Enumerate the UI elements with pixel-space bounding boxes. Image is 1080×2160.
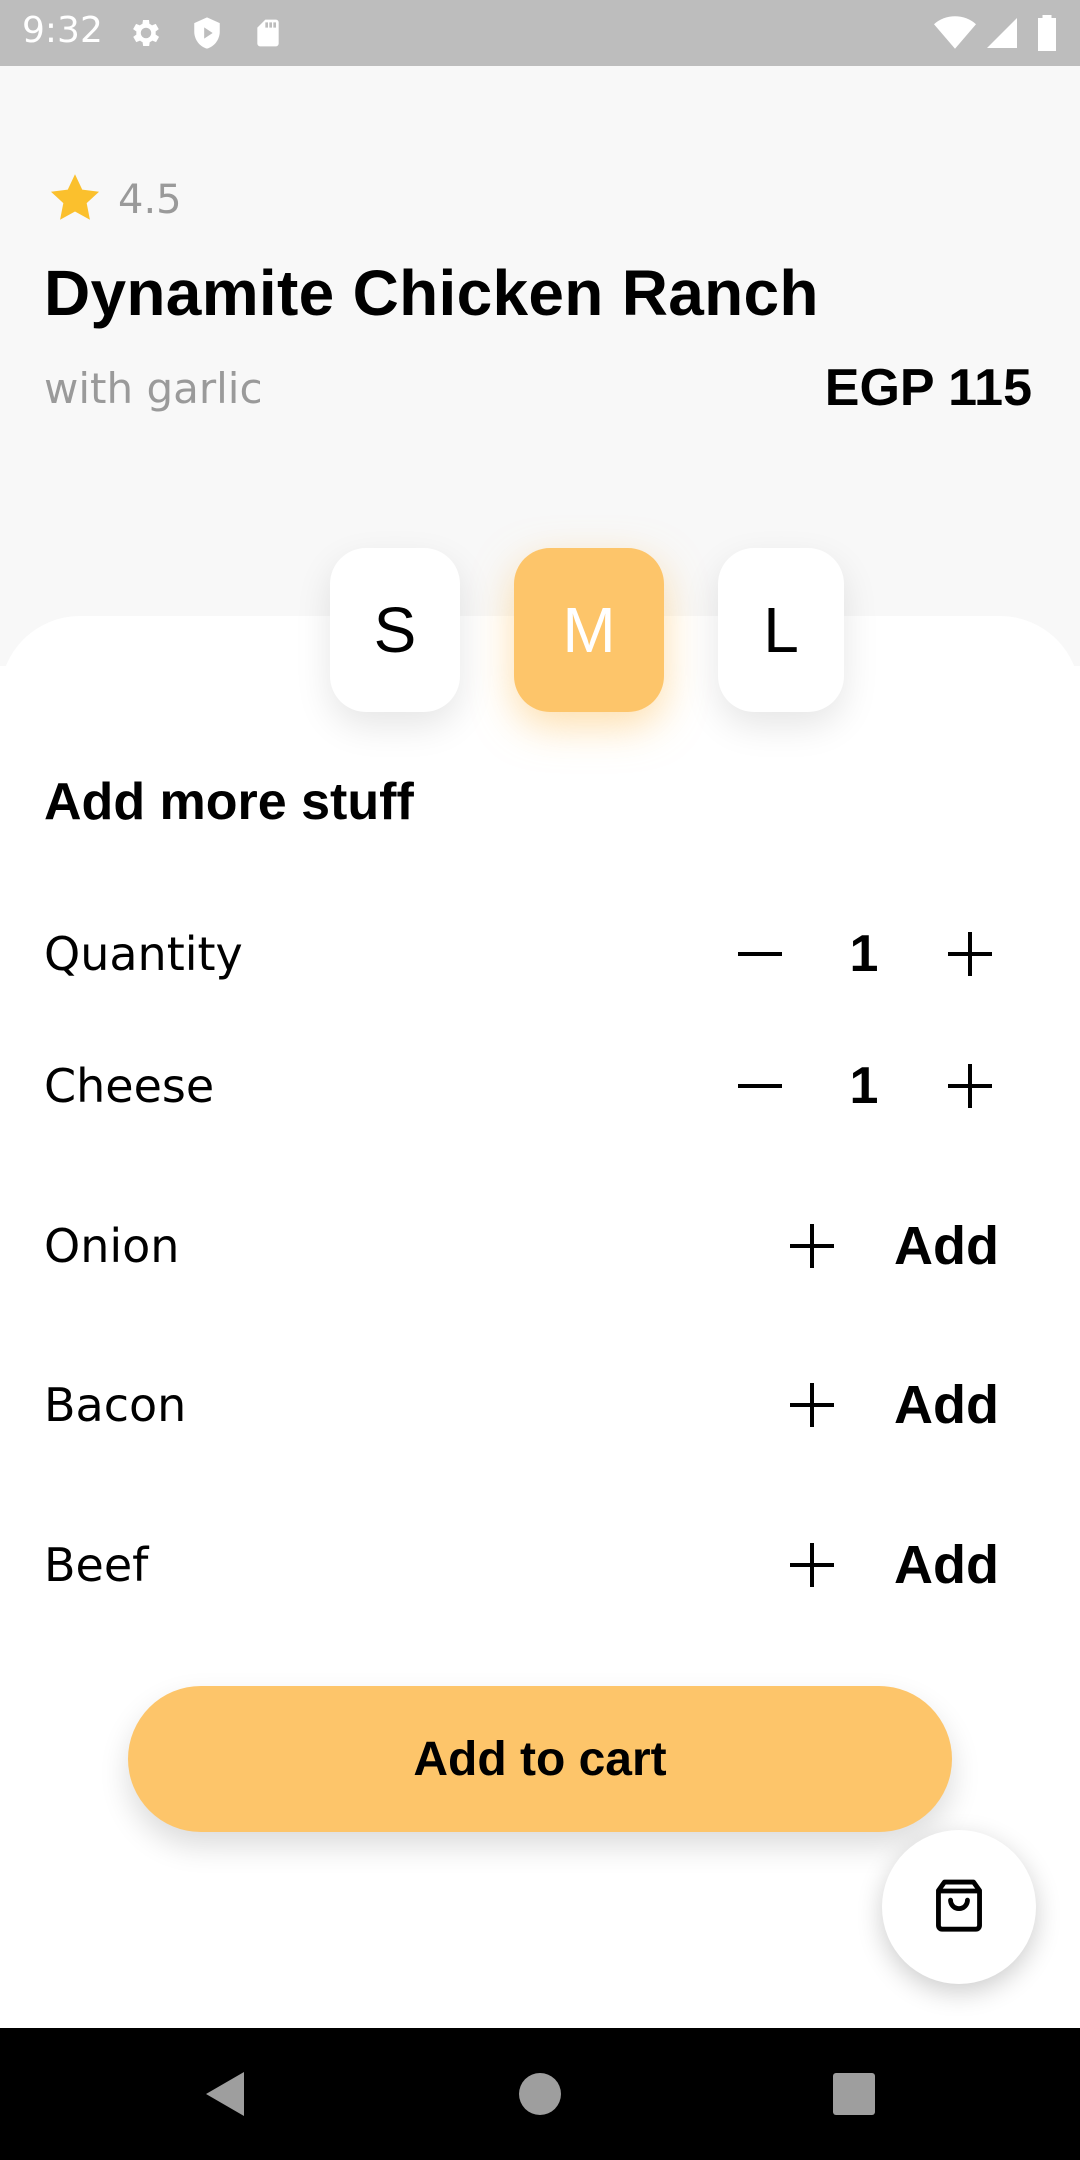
home-icon[interactable]: [514, 2068, 566, 2120]
size-s-button[interactable]: S: [330, 548, 460, 712]
option-label: Quantity: [44, 927, 243, 981]
option-label: Cheese: [44, 1059, 215, 1113]
beef-row: Beef Add: [0, 1515, 1080, 1615]
cart-fab-button[interactable]: [882, 1830, 1036, 1984]
status-time: 9:32: [22, 10, 103, 51]
size-m-button[interactable]: M: [514, 548, 664, 712]
minus-icon[interactable]: [732, 926, 788, 982]
navigation-bar: [0, 2028, 1080, 2160]
minus-icon[interactable]: [732, 1058, 788, 1114]
rating-value: 4.5: [118, 177, 182, 223]
quantity-row: Quantity 1: [0, 904, 1080, 1004]
plus-icon[interactable]: [784, 1218, 840, 1274]
rating: 4.5: [46, 172, 182, 228]
shield-icon: [190, 15, 224, 56]
back-icon[interactable]: [200, 2068, 252, 2120]
plus-icon[interactable]: [784, 1537, 840, 1593]
add-button[interactable]: Add: [894, 1374, 999, 1436]
status-bar: 9:32: [0, 0, 1080, 66]
shopping-bag-icon: [930, 1876, 988, 1939]
star-icon: [46, 170, 104, 231]
wifi-icon: [934, 15, 976, 56]
onion-row: Onion Add: [0, 1196, 1080, 1296]
option-label: Bacon: [44, 1378, 187, 1432]
quantity-value: 1: [849, 925, 879, 983]
battery-icon: [1036, 15, 1058, 56]
sd-card-icon: [252, 15, 284, 56]
add-button[interactable]: Add: [894, 1215, 999, 1277]
product-title: Dynamite Chicken Ranch: [44, 257, 819, 329]
add-to-cart-button[interactable]: Add to cart: [128, 1686, 952, 1832]
recents-icon[interactable]: [828, 2068, 880, 2120]
signal-icon: [984, 15, 1020, 56]
plus-icon[interactable]: [942, 926, 998, 982]
addons-title: Add more stuff: [44, 773, 414, 831]
bacon-row: Bacon Add: [0, 1355, 1080, 1455]
cheese-row: Cheese 1: [0, 1036, 1080, 1136]
plus-icon[interactable]: [942, 1058, 998, 1114]
plus-icon[interactable]: [784, 1377, 840, 1433]
size-l-button[interactable]: L: [718, 548, 844, 712]
cheese-value: 1: [849, 1057, 879, 1115]
product-price: EGP 115: [824, 359, 1032, 417]
product-subtitle: with garlic: [44, 364, 263, 413]
gear-icon: [128, 15, 164, 56]
add-button[interactable]: Add: [894, 1534, 999, 1596]
option-label: Onion: [44, 1219, 180, 1273]
option-label: Beef: [44, 1538, 149, 1592]
